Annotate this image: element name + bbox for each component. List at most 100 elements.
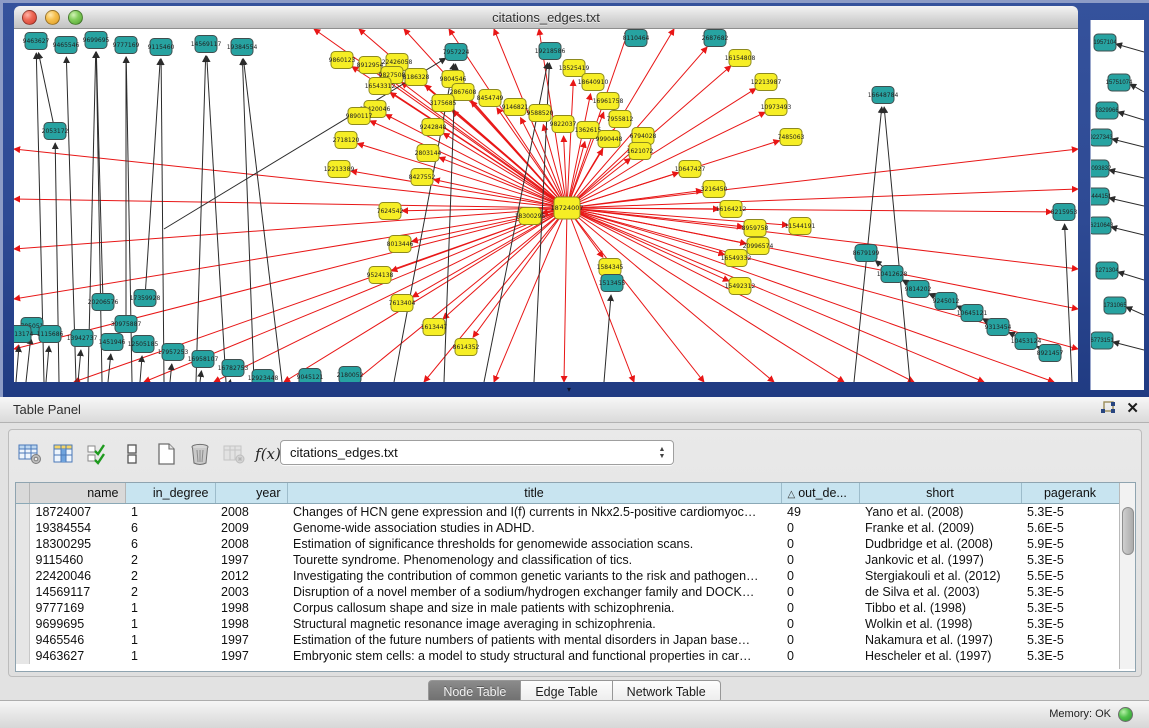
network-edge[interactable] bbox=[26, 338, 31, 382]
network-node[interactable]: 9245012 bbox=[933, 293, 960, 310]
table-cell[interactable]: 9699695 bbox=[29, 616, 125, 632]
delete-table-icon[interactable] bbox=[219, 439, 249, 469]
table-row[interactable]: 969969511998Structural magnetic resonanc… bbox=[16, 616, 1119, 632]
table-cell[interactable]: 2 bbox=[125, 584, 215, 600]
network-node[interactable]: 9814202 bbox=[905, 281, 932, 298]
table-cell[interactable]: Yano et al. (2008) bbox=[859, 504, 1021, 521]
table-cell[interactable]: Hescheler et al. (1997) bbox=[859, 648, 1021, 664]
network-node[interactable]: 6773151 bbox=[1091, 332, 1114, 349]
table-cell[interactable]: Jankovic et al. (1997) bbox=[859, 552, 1021, 568]
network-edge[interactable] bbox=[207, 56, 226, 382]
delete-columns-icon[interactable] bbox=[185, 439, 215, 469]
network-node[interactable]: 6794028 bbox=[630, 128, 657, 145]
table-cell[interactable]: 1998 bbox=[215, 600, 287, 616]
network-edge[interactable] bbox=[567, 208, 704, 382]
column-header-title[interactable]: title bbox=[287, 483, 781, 504]
network-edge[interactable] bbox=[14, 208, 567, 349]
network-node[interactable]: 12213987 bbox=[751, 74, 782, 91]
network-node[interactable]: 9990448 bbox=[596, 131, 623, 148]
network-node[interactable]: 16543312 bbox=[365, 78, 396, 95]
network-node[interactable]: 2803144 bbox=[415, 145, 442, 162]
table-cell[interactable]: 1 bbox=[125, 600, 215, 616]
network-edge[interactable] bbox=[55, 143, 59, 382]
table-row[interactable]: 1456911722003Disruption of a novel membe… bbox=[16, 584, 1119, 600]
table-cell[interactable]: 5.3E-5 bbox=[1021, 552, 1119, 568]
column-visibility-icon[interactable] bbox=[49, 439, 79, 469]
network-node[interactable]: 16648784 bbox=[868, 87, 899, 104]
table-cell[interactable]: 2003 bbox=[215, 584, 287, 600]
table-cell[interactable]: Tibbo et al. (1998) bbox=[859, 600, 1021, 616]
network-node[interactable]: 1957104 bbox=[1093, 34, 1117, 51]
scrollbar-thumb[interactable] bbox=[1122, 507, 1134, 555]
network-node[interactable]: 9115460 bbox=[148, 39, 175, 56]
network-node[interactable]: 16154808 bbox=[725, 50, 756, 67]
table-cell[interactable]: 18724007 bbox=[29, 504, 125, 521]
network-canvas[interactable]: 1872400798601238912954224260589827508165… bbox=[14, 29, 1078, 382]
table-cell[interactable]: 1998 bbox=[215, 616, 287, 632]
memory-status-indicator[interactable] bbox=[1118, 707, 1133, 722]
network-node[interactable]: 12093832 bbox=[1091, 160, 1112, 177]
network-node[interactable]: 8454749 bbox=[477, 90, 504, 107]
table-cell[interactable]: 2009 bbox=[215, 520, 287, 536]
network-edge[interactable] bbox=[284, 208, 567, 382]
table-cell[interactable]: 18300295 bbox=[29, 536, 125, 552]
table-cell[interactable]: 22420046 bbox=[29, 568, 125, 584]
table-cell[interactable]: 5.3E-5 bbox=[1021, 648, 1119, 664]
network-node[interactable]: 10973493 bbox=[761, 99, 792, 116]
new-table-icon[interactable] bbox=[151, 439, 181, 469]
table-cell[interactable]: 1997 bbox=[215, 552, 287, 568]
network-node[interactable]: 9777169 bbox=[113, 37, 140, 54]
network-node[interactable]: 8614352 bbox=[453, 339, 480, 356]
network-edge[interactable] bbox=[386, 114, 567, 208]
network-node[interactable]: 9465546 bbox=[53, 37, 80, 54]
network-edge[interactable] bbox=[567, 173, 679, 208]
panel-resize-grip[interactable]: ▾ bbox=[567, 386, 571, 394]
table-cell[interactable]: Structural magnetic resonance image aver… bbox=[287, 616, 781, 632]
network-node[interactable]: 9463627 bbox=[23, 33, 50, 50]
network-edge[interactable] bbox=[14, 208, 567, 249]
network-node[interactable]: 1613447 bbox=[421, 319, 448, 336]
network-edge[interactable] bbox=[161, 59, 164, 382]
table-cell[interactable]: Genome-wide association studies in ADHD. bbox=[287, 520, 781, 536]
network-edge[interactable] bbox=[14, 208, 567, 299]
network-node[interactable]: 3913174 bbox=[14, 326, 34, 343]
table-cell[interactable]: Wolkin et al. (1998) bbox=[859, 616, 1021, 632]
table-cell[interactable]: 0 bbox=[781, 648, 859, 664]
network-edge[interactable] bbox=[1111, 227, 1144, 235]
table-row[interactable]: 946362711997Embryonic stem cells: a mode… bbox=[16, 648, 1119, 664]
network-node[interactable]: 11544191 bbox=[785, 218, 816, 235]
network-node[interactable]: 3175685 bbox=[430, 95, 457, 112]
network-edge[interactable] bbox=[214, 208, 567, 382]
network-node[interactable]: 10412628 bbox=[877, 266, 908, 283]
network-node[interactable]: 16782753 bbox=[218, 360, 249, 377]
network-node[interactable]: 10647427 bbox=[675, 161, 706, 178]
network-edge[interactable] bbox=[14, 199, 567, 208]
network-node[interactable]: 17359928 bbox=[130, 290, 161, 307]
table-cell[interactable]: 6 bbox=[125, 520, 215, 536]
network-edge[interactable] bbox=[564, 208, 567, 382]
network-node[interactable]: 2180052 bbox=[337, 367, 364, 383]
network-edge[interactable] bbox=[126, 57, 132, 382]
network-node[interactable]: 16958107 bbox=[188, 351, 219, 368]
table-row[interactable]: 1872400712008Changes of HCN gene express… bbox=[16, 504, 1119, 521]
table-cell[interactable]: 5.5E-5 bbox=[1021, 568, 1119, 584]
table-cell[interactable]: Nakamura et al. (1997) bbox=[859, 632, 1021, 648]
table-cell[interactable]: 49 bbox=[781, 504, 859, 521]
network-node[interactable]: 12923448 bbox=[248, 370, 279, 383]
network-node[interactable]: 8921457 bbox=[1037, 345, 1064, 362]
network-node[interactable]: 1584345 bbox=[597, 259, 624, 276]
network-edge[interactable] bbox=[1112, 139, 1144, 147]
table-cell[interactable]: Investigating the contribution of common… bbox=[287, 568, 781, 584]
table-row[interactable]: 2242004622012Investigating the contribut… bbox=[16, 568, 1119, 584]
table-cell[interactable]: 2 bbox=[125, 552, 215, 568]
network-edge[interactable] bbox=[884, 107, 910, 382]
network-node[interactable]: 9860123 bbox=[329, 52, 356, 69]
column-header-pagerank[interactable]: pagerank bbox=[1021, 483, 1119, 504]
table-cell[interactable]: Estimation of significance thresholds fo… bbox=[287, 536, 781, 552]
network-edge[interactable] bbox=[1118, 272, 1144, 280]
clear-selection-icon[interactable] bbox=[117, 439, 147, 469]
network-edge[interactable] bbox=[170, 364, 172, 382]
network-edge[interactable] bbox=[567, 208, 1078, 269]
network-node[interactable]: 18300295 bbox=[515, 208, 546, 225]
network-edge[interactable] bbox=[1065, 224, 1072, 382]
